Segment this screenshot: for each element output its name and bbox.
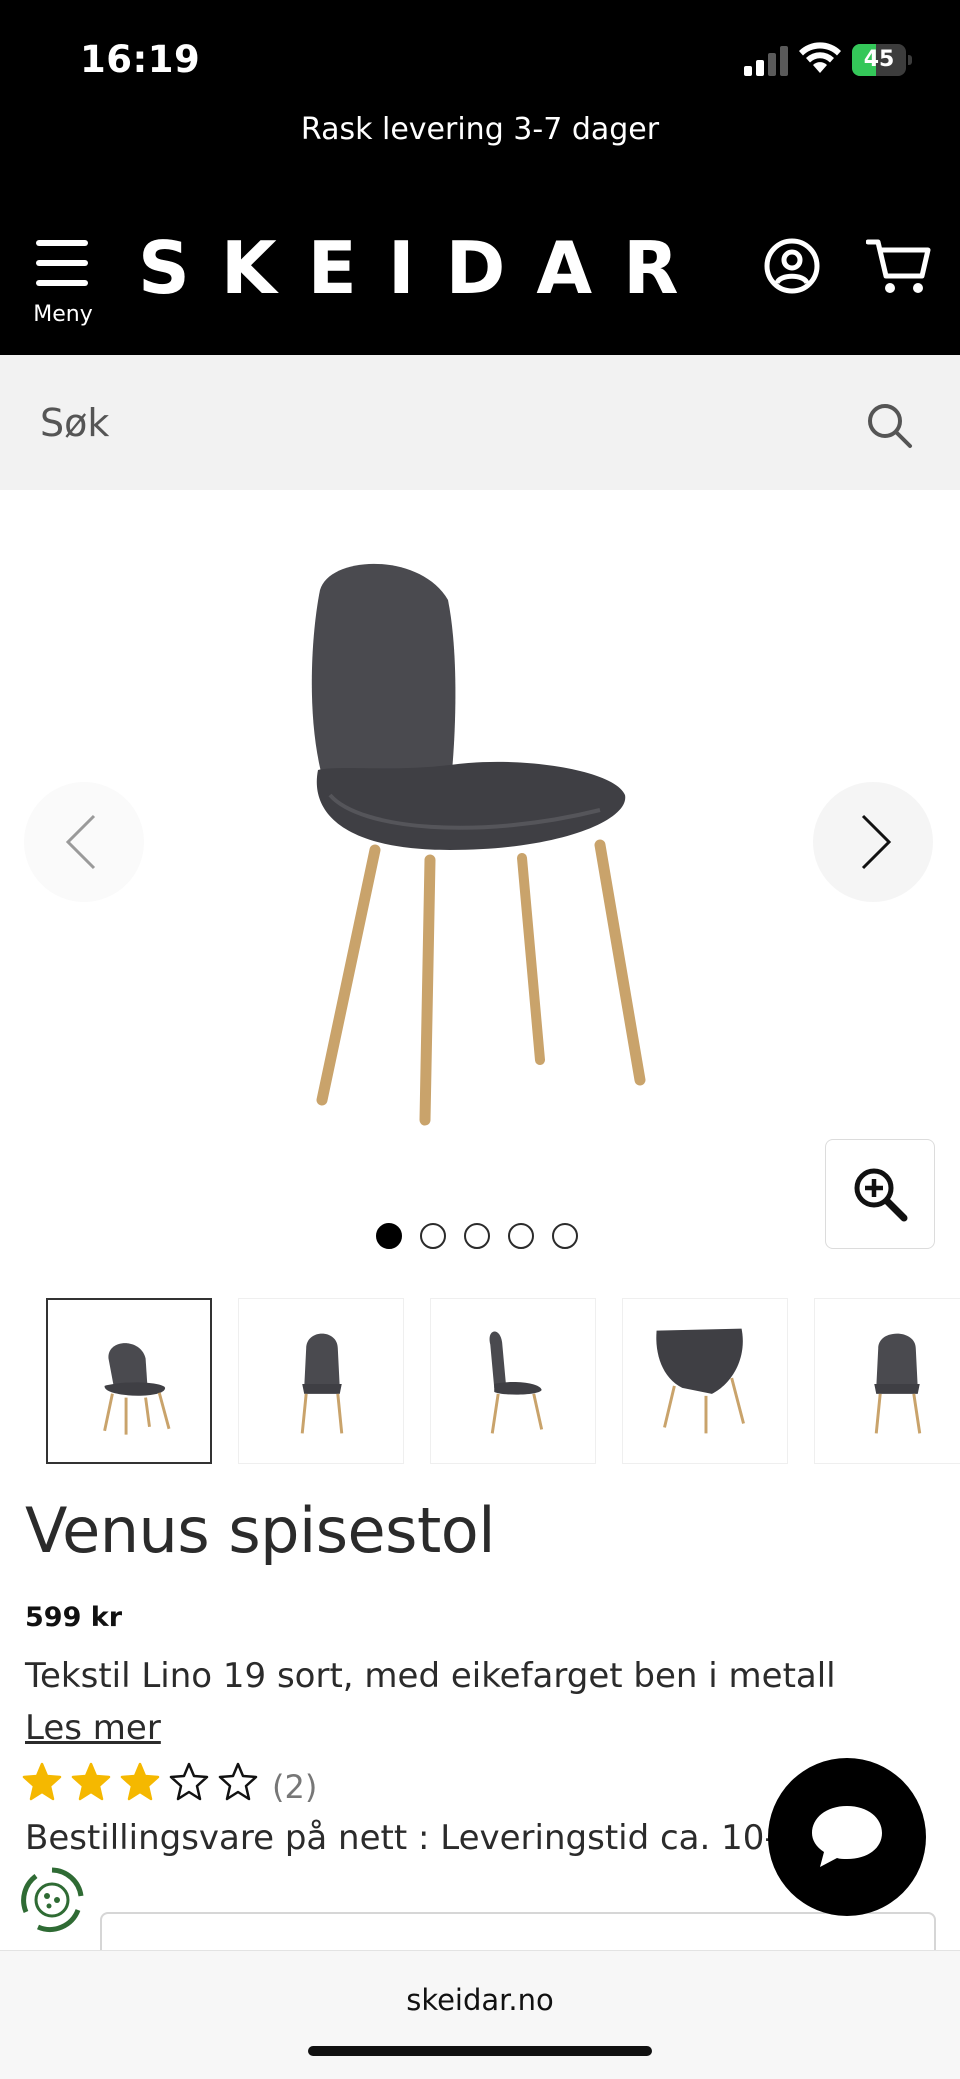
- next-image-button[interactable]: [813, 782, 933, 902]
- carousel-dot[interactable]: [552, 1223, 578, 1249]
- thumbnail-item[interactable]: [238, 1298, 404, 1464]
- battery-level: 45: [863, 47, 895, 72]
- search-icon[interactable]: [864, 400, 914, 450]
- top-header: 16:19 45 Rask levering 3-7 dager Meny SK…: [0, 0, 960, 355]
- thumbnail-strip: [46, 1298, 960, 1466]
- chevron-left-icon: [65, 814, 96, 870]
- wifi-icon: [799, 42, 841, 73]
- thumbnail-image: [103, 1343, 171, 1435]
- availability-text: Bestillingsvare på nett : Leveringstid c…: [25, 1818, 785, 1858]
- battery-icon: 45: [852, 44, 914, 76]
- menu-button[interactable]: Meny: [28, 236, 98, 332]
- previous-image-button[interactable]: [24, 782, 144, 902]
- star-filled-icon: [71, 1762, 111, 1801]
- star-filled-icon: [22, 1762, 62, 1801]
- star-empty-icon: [169, 1762, 209, 1801]
- search-input[interactable]: [40, 393, 840, 453]
- home-indicator: [308, 2046, 652, 2056]
- chat-icon: [812, 1806, 882, 1867]
- product-title: Venus spisestol: [25, 1494, 495, 1567]
- star-filled-icon: [120, 1762, 160, 1801]
- thumbnail-item[interactable]: [430, 1298, 596, 1464]
- status-time: 16:19: [80, 38, 201, 81]
- carousel-dot[interactable]: [464, 1223, 490, 1249]
- review-count[interactable]: (2): [272, 1768, 317, 1806]
- eco-badge-icon[interactable]: [16, 1864, 88, 1936]
- zoom-in-icon: [854, 1168, 908, 1222]
- cart-icon[interactable]: [866, 236, 932, 296]
- signal-icon: [744, 46, 788, 76]
- menu-label: Meny: [33, 302, 93, 327]
- browser-bar: skeidar.no: [0, 1950, 960, 2079]
- carousel-dot[interactable]: [376, 1223, 402, 1249]
- thumbnail-item[interactable]: [46, 1298, 212, 1464]
- thumbnail-image: [656, 1328, 745, 1434]
- url-text[interactable]: skeidar.no: [0, 1983, 960, 2017]
- product-image[interactable]: [300, 560, 660, 1130]
- thumbnail-item[interactable]: [622, 1298, 788, 1464]
- menu-icon: [36, 240, 88, 286]
- chat-button[interactable]: [768, 1758, 926, 1916]
- chevron-right-icon: [861, 814, 892, 870]
- promo-banner: Rask levering 3-7 dager: [300, 112, 660, 147]
- account-icon[interactable]: [764, 238, 820, 294]
- product-price: 599 kr: [25, 1602, 123, 1633]
- read-more-link[interactable]: Les mer: [25, 1708, 161, 1748]
- carousel-dot[interactable]: [420, 1223, 446, 1249]
- thumbnail-image: [300, 1333, 344, 1434]
- product-description: Tekstil Lino 19 sort, med eikefarget ben…: [25, 1656, 836, 1696]
- thumbnail-image: [874, 1333, 922, 1434]
- zoom-button[interactable]: [825, 1139, 935, 1249]
- carousel-dot[interactable]: [508, 1223, 534, 1249]
- star-empty-icon: [218, 1762, 258, 1801]
- thumbnail-image: [489, 1331, 544, 1434]
- thumbnail-item[interactable]: [814, 1298, 960, 1464]
- search-bar: [0, 355, 960, 490]
- brand-logo[interactable]: SKEIDAR: [138, 228, 710, 308]
